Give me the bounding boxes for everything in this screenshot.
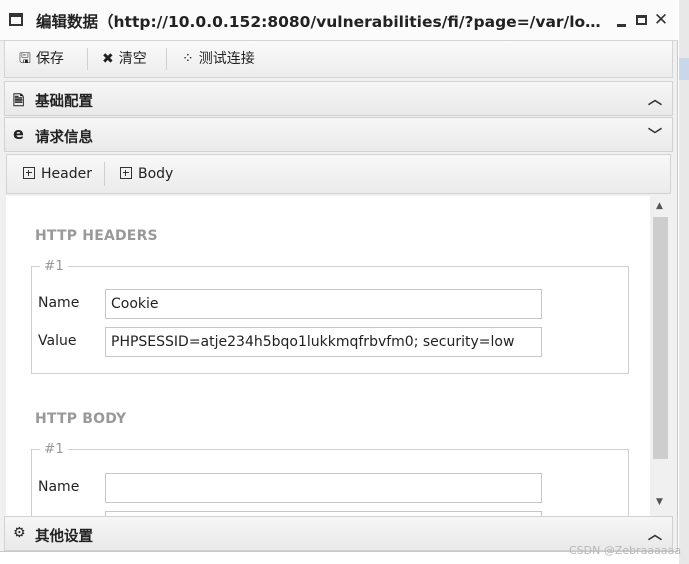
plus-square-icon [23,167,35,179]
background-edge [679,0,689,564]
maximize-button[interactable] [634,11,650,29]
spinner-icon: ⁘ [182,51,194,67]
header-name-label: Name [38,295,80,311]
body-name-label: Name [38,479,80,495]
header-group-label: #1 [44,258,64,274]
minimize-icon [617,24,626,27]
scroll-up-arrow-icon[interactable]: ▲ [656,201,663,211]
browser-e-icon: e [13,124,24,143]
http-headers-title: HTTP HEADERS [35,228,158,244]
watermark: CSDN @Zebraaaaaa [569,544,682,557]
save-icon: 🖫 [19,51,31,67]
header-value-input[interactable] [105,327,542,357]
tab-header-label: Header [41,166,92,182]
section-basic-config-label: 基础配置 [35,94,93,110]
request-content-panel[interactable]: HTTP HEADERS #1 Name Value HTTP BODY #1 … [6,196,650,517]
window-title: 编辑数据（http://10.0.0.152:8080/vulnerabilit… [36,13,608,31]
tab-header[interactable]: Header [23,155,92,193]
toolbar-divider [87,48,88,70]
content-scrollbar[interactable]: ▲ ▼ [650,196,671,517]
test-connection-label: 测试连接 [198,51,255,67]
close-button[interactable]: ✕ [653,11,669,29]
minimize-button[interactable] [614,11,630,29]
section-other-settings-label: 其他设置 [35,529,93,545]
chevron-up-icon[interactable]: ︿ [648,524,662,544]
plus-square-icon [120,167,132,179]
test-connection-button[interactable]: ⁘ 测试连接 [182,41,255,77]
http-body-title: HTTP BODY [35,411,127,427]
close-icon: ✕ [653,10,669,30]
clear-label: 清空 [118,51,147,67]
body-group-label: #1 [44,441,64,457]
titlebar[interactable]: 编辑数据（http://10.0.0.152:8080/vulnerabilit… [0,0,678,41]
request-tabs: Header Body [6,154,671,194]
background-strip [679,58,689,80]
save-label: 保存 [35,51,64,67]
body-name-input[interactable] [105,473,542,503]
clear-button[interactable]: ✖ 清空 [102,41,147,77]
edit-data-dialog: 编辑数据（http://10.0.0.152:8080/vulnerabilit… [0,0,678,552]
toolbar-divider [166,48,167,70]
gears-icon: ⚙ [13,525,26,541]
header-name-input[interactable] [105,289,542,319]
chevron-up-icon[interactable]: ︿ [648,89,662,109]
scroll-down-arrow-icon[interactable]: ▼ [656,497,663,507]
section-basic-config[interactable]: 🗎 基础配置 ︿ [4,81,673,116]
tab-body[interactable]: Body [120,155,173,193]
toolbar: 🖫 保存 ✖ 清空 ⁘ 测试连接 [4,40,673,78]
clear-icon: ✖ [102,51,114,67]
window-icon [9,13,23,26]
tab-divider [104,162,105,186]
scrollbar-thumb[interactable] [653,217,668,459]
tab-body-label: Body [138,166,174,182]
section-request-info[interactable]: e 请求信息 ﹀ [4,117,673,152]
section-request-info-label: 请求信息 [35,130,93,146]
save-button[interactable]: 🖫 保存 [19,41,64,77]
header-value-label: Value [38,333,77,349]
chevron-down-icon[interactable]: ﹀ [648,125,662,145]
maximize-icon [636,15,647,25]
file-icon: 🗎 [13,93,25,109]
